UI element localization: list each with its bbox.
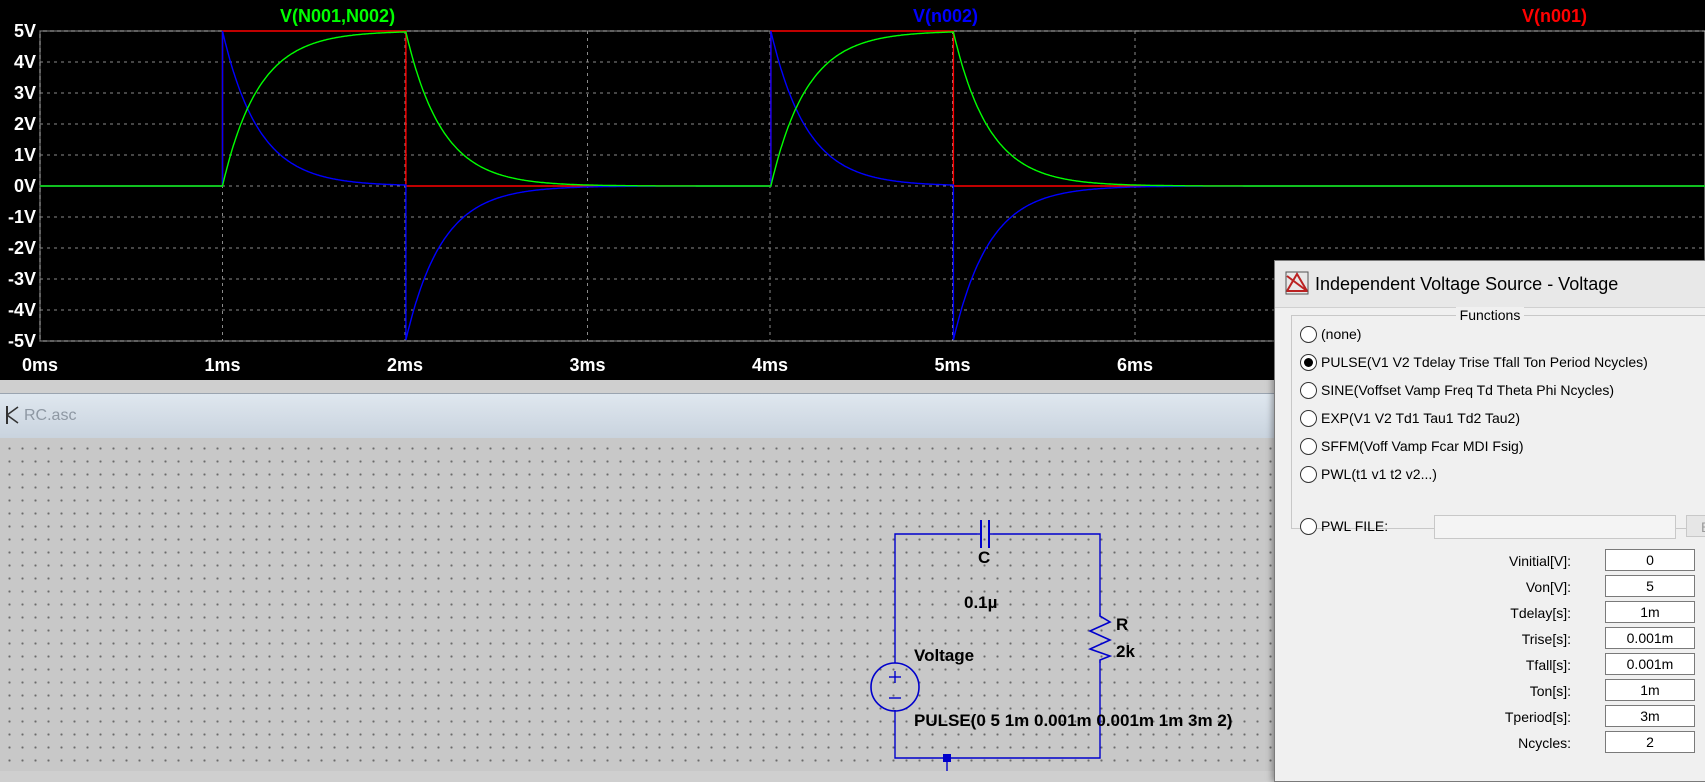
voltage-source-symbol: [870, 580, 920, 712]
resistor-symbol: [1087, 613, 1113, 663]
pwl-file-input[interactable]: [1434, 515, 1676, 539]
option-pwl-file[interactable]: PWL FILE:: [1300, 514, 1388, 538]
param-ton: Ton[s]:: [1275, 679, 1695, 703]
von-input[interactable]: [1605, 575, 1695, 597]
capacitor-symbol: [977, 520, 993, 548]
resistor-name[interactable]: R: [1116, 615, 1128, 635]
y-tick-label: 2V: [14, 114, 36, 134]
browse-button[interactable]: Br: [1686, 515, 1705, 537]
option-pwl[interactable]: PWL(t1 v1 t2 v2...): [1300, 462, 1437, 486]
y-tick-label: 5V: [14, 21, 36, 41]
functions-label: Functions: [1455, 307, 1525, 323]
option-sine-label: SINE(Voffset Vamp Freq Td Theta Phi Ncyc…: [1321, 382, 1615, 398]
param-vinitial-label: Vinitial[V]:: [1509, 553, 1571, 569]
trace-title-vn001-n002[interactable]: V(N001,N002): [280, 6, 395, 27]
dialog-titlebar[interactable]: Independent Voltage Source - Voltage: [1275, 261, 1705, 308]
radio-exp[interactable]: [1300, 409, 1317, 427]
tfall-input[interactable]: [1605, 653, 1695, 675]
option-exp[interactable]: EXP(V1 V2 Td1 Tau1 Td2 Tau2): [1300, 406, 1520, 430]
y-tick-label: 3V: [14, 83, 36, 103]
option-none[interactable]: (none): [1300, 322, 1361, 346]
vinitial-input[interactable]: [1605, 549, 1695, 571]
dialog-title: Independent Voltage Source - Voltage: [1315, 274, 1619, 294]
capacitor-name[interactable]: C: [978, 548, 990, 568]
param-von: Von[V]:: [1275, 575, 1695, 599]
ltspice-icon: [1285, 271, 1309, 295]
option-pwl-file-label: PWL FILE:: [1321, 518, 1389, 534]
param-ncycles-label: Ncycles:: [1518, 735, 1571, 751]
param-ton-label: Ton[s]:: [1529, 683, 1571, 699]
trise-input[interactable]: [1605, 627, 1695, 649]
x-tick-label: 6ms: [1117, 355, 1153, 375]
ton-input[interactable]: [1605, 679, 1695, 701]
y-tick-label: 0V: [14, 176, 36, 196]
radio-pwl[interactable]: [1300, 465, 1317, 483]
schematic-file-title: RC.asc: [24, 407, 77, 424]
param-von-label: Von[V]:: [1525, 579, 1571, 595]
x-tick-label: 4ms: [752, 355, 788, 375]
radio-pulse[interactable]: [1300, 353, 1317, 371]
option-none-label: (none): [1321, 326, 1362, 342]
ncycles-input[interactable]: [1605, 731, 1695, 753]
radio-none[interactable]: [1300, 325, 1317, 343]
param-ncycles: Ncycles:: [1275, 731, 1695, 755]
x-tick-label: 2ms: [387, 355, 423, 375]
y-tick-label: -1V: [8, 207, 36, 227]
param-tdelay: Tdelay[s]:: [1275, 601, 1695, 625]
functions-group: Functions (none) PULSE(V1 V2 Tdelay Tris…: [1291, 307, 1705, 539]
param-tfall-label: Tfall[s]:: [1525, 657, 1571, 673]
x-tick-label: 0ms: [22, 355, 58, 375]
option-pulse[interactable]: PULSE(V1 V2 Tdelay Trise Tfall Ton Perio…: [1300, 350, 1648, 374]
option-sffm[interactable]: SFFM(Voff Vamp Fcar MDI Fsig): [1300, 434, 1524, 458]
y-tick-label: -2V: [8, 238, 36, 258]
x-tick-label: 1ms: [204, 355, 240, 375]
source-name[interactable]: Voltage: [914, 646, 974, 666]
capacitor-value[interactable]: 0.1µ: [964, 593, 997, 613]
option-pulse-label: PULSE(V1 V2 Tdelay Trise Tfall Ton Perio…: [1321, 354, 1648, 370]
y-tick-label: -5V: [8, 331, 36, 351]
trace-title-vn002[interactable]: V(n002): [913, 6, 978, 27]
param-tperiod-label: Tperiod[s]:: [1504, 709, 1571, 725]
y-tick-label: 1V: [14, 145, 36, 165]
param-tfall: Tfall[s]:: [1275, 653, 1695, 677]
tperiod-input[interactable]: [1605, 705, 1695, 727]
x-tick-label: 3ms: [569, 355, 605, 375]
radio-sine[interactable]: [1300, 381, 1317, 399]
trace-vn001-n002[interactable]: [40, 31, 1705, 187]
tdelay-input[interactable]: [1605, 601, 1695, 623]
param-tdelay-label: Tdelay[s]:: [1510, 605, 1571, 621]
y-tick-label: -3V: [8, 269, 36, 289]
y-tick-label: -4V: [8, 300, 36, 320]
transistor-icon: [6, 406, 19, 424]
param-vinitial: Vinitial[V]:: [1275, 549, 1695, 573]
trace-title-vn001[interactable]: V(n001): [1522, 6, 1587, 27]
param-trise: Trise[s]:: [1275, 627, 1695, 651]
x-tick-label: 5ms: [934, 355, 970, 375]
voltage-source-dialog: Independent Voltage Source - Voltage Fun…: [1274, 260, 1705, 782]
radio-sffm[interactable]: [1300, 437, 1317, 455]
option-pwl-label: PWL(t1 v1 t2 v2...): [1321, 466, 1437, 482]
resistor-value[interactable]: 2k: [1116, 642, 1135, 662]
param-tperiod: Tperiod[s]:: [1275, 705, 1695, 729]
option-sine[interactable]: SINE(Voffset Vamp Freq Td Theta Phi Ncyc…: [1300, 378, 1614, 402]
y-tick-label: 4V: [14, 52, 36, 72]
param-trise-label: Trise[s]:: [1521, 631, 1571, 647]
radio-pwl-file[interactable]: [1300, 517, 1317, 535]
option-exp-label: EXP(V1 V2 Td1 Tau1 Td2 Tau2): [1321, 410, 1520, 426]
option-sffm-label: SFFM(Voff Vamp Fcar MDI Fsig): [1321, 438, 1524, 454]
source-value[interactable]: PULSE(0 5 1m 0.001m 0.001m 1m 3m 2): [914, 711, 1232, 731]
